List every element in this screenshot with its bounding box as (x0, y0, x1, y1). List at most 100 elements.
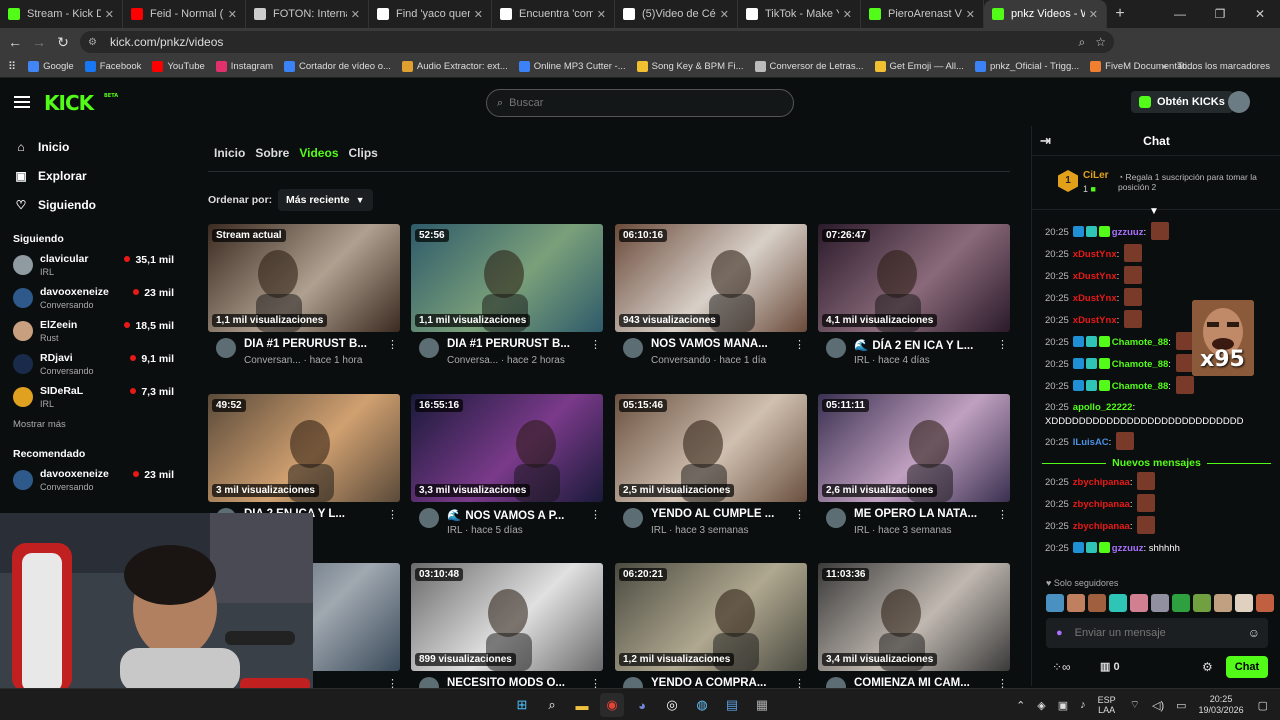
channel-item[interactable]: davooxeneize Conversando 23 mil (0, 284, 190, 317)
video-thumbnail[interactable]: Stream actual 1,1 mil visualizaciones (208, 224, 400, 332)
bookmark-item[interactable]: Conversor de Letras... (754, 61, 864, 72)
network-app-icon[interactable]: ◈ (1037, 699, 1045, 712)
search-box[interactable]: ⌕ (486, 89, 794, 117)
back-icon[interactable]: ← (3, 34, 27, 50)
chat-username[interactable]: gzzuuz (1112, 227, 1144, 238)
chat-username[interactable]: xDustYnx (1073, 293, 1117, 304)
video-card[interactable]: 06:10:16 943 visualizaciones NOS VAMOS MAÑ… (615, 224, 807, 374)
bookmark-item[interactable]: Google (28, 61, 74, 72)
chat-username[interactable]: ILuisAC (1073, 437, 1109, 448)
gear-icon[interactable]: ⚙ (1202, 660, 1213, 674)
video-thumbnail[interactable]: 05:11:11 2,6 mil visualizaciones (818, 394, 1010, 502)
close-tab-icon[interactable]: ✕ (351, 8, 360, 21)
more-options-icon[interactable]: ⋮ (590, 508, 601, 521)
chat-username[interactable]: zbychipanaa (1073, 521, 1130, 532)
browser-tab[interactable]: Feid - Normal (Officia ✕ (123, 0, 246, 28)
close-tab-icon[interactable]: ✕ (966, 8, 975, 21)
tab-videos[interactable]: Videos (299, 146, 338, 160)
more-options-icon[interactable]: ⋮ (997, 338, 1008, 351)
obs-icon[interactable]: ◎ (660, 693, 684, 717)
show-more-link[interactable]: Mostrar más (0, 419, 190, 430)
more-options-icon[interactable]: ⋮ (794, 508, 805, 521)
chat-username[interactable]: Chamote_88 (1112, 381, 1169, 392)
close-tab-icon[interactable]: ✕ (1089, 8, 1098, 21)
video-thumbnail[interactable]: 05:15:46 2,5 mil visualizaciones (615, 394, 807, 502)
send-chat-button[interactable]: Chat (1226, 656, 1268, 678)
restore-icon[interactable]: ❐ (1200, 0, 1240, 28)
browser-tab[interactable]: Stream - Kick Dashbo ✕ (0, 0, 123, 28)
video-title[interactable]: NOS VAMOS MAÑA... (651, 338, 791, 350)
sidebar-item-siguiendo[interactable]: ♡ Siguiendo (0, 190, 190, 219)
chat-username[interactable]: apollo_22222 (1073, 402, 1133, 413)
video-card[interactable]: 16:55:16 3,3 mil visualizaciones 🌊 NOS VAMO… (411, 394, 603, 544)
chat-input[interactable] (1074, 627, 1245, 639)
bookmark-item[interactable]: pnkz_Oficial - Trigg... (974, 61, 1079, 72)
close-tab-icon[interactable]: ✕ (474, 8, 483, 21)
browser-tab[interactable]: Find 'yaco querosene ✕ (369, 0, 492, 28)
sidebar-item-explorar[interactable]: ▣ Explorar (0, 161, 190, 190)
steam-icon[interactable]: ◍ (690, 693, 714, 717)
user-avatar[interactable] (1228, 91, 1250, 113)
notifications-icon[interactable]: ▢ (1258, 699, 1268, 712)
reload-icon[interactable]: ↻ (51, 34, 75, 51)
uploader-avatar[interactable] (216, 338, 236, 358)
browser-tab[interactable]: (5)Video de César Ac ✕ (615, 0, 738, 28)
bookmark-item[interactable]: Get Emoji — All... (874, 61, 964, 72)
video-thumbnail[interactable]: 52:56 1,1 mil visualizaciones (411, 224, 603, 332)
browser-tab[interactable]: PieroArenast Videos ✕ (861, 0, 984, 28)
bookmark-item[interactable]: Song Key & BPM Fi... (636, 61, 744, 72)
bookmark-item[interactable]: Cortador de vídeo o... (284, 61, 391, 72)
apps-icon[interactable]: ⠿ (8, 60, 16, 73)
language-indicator[interactable]: ESP LAA (1098, 695, 1116, 715)
show-hidden-icons-icon[interactable]: ⌃ (1016, 699, 1025, 712)
channel-item[interactable]: clavicular IRL 35,1 mil (0, 251, 190, 284)
leaderboard-user[interactable]: CiLer (1083, 170, 1109, 181)
quick-emote-icon[interactable] (1256, 594, 1274, 612)
uploader-avatar[interactable] (623, 338, 643, 358)
uploader-avatar[interactable] (419, 338, 439, 358)
video-card[interactable]: 07:26:47 4,1 mil visualizaciones 🌊 DÍA 2 EN… (818, 224, 1010, 374)
battery-icon[interactable]: ▭ (1176, 699, 1186, 712)
chat-username[interactable]: xDustYnx (1073, 249, 1117, 260)
bookmark-item[interactable]: YouTube (152, 61, 205, 72)
site-info-icon[interactable]: ⚙ (88, 37, 102, 48)
video-thumbnail[interactable]: 06:20:21 1,2 mil visualizaciones (615, 563, 807, 671)
more-options-icon[interactable]: ⋮ (387, 508, 398, 521)
windows-start-icon[interactable]: ⊞ (510, 693, 534, 717)
tab-clips[interactable]: Clips (349, 146, 378, 160)
all-bookmarks-link[interactable]: Todos los marcadores (1177, 56, 1270, 78)
close-icon[interactable]: ✕ (1240, 0, 1280, 28)
quick-emote-icon[interactable] (1130, 594, 1148, 612)
microphone-tray-icon[interactable]: ♪ (1080, 699, 1086, 711)
quick-emote-icon[interactable] (1046, 594, 1064, 612)
emoji-icon[interactable]: ☺ (1248, 626, 1260, 640)
search-input[interactable] (509, 97, 770, 109)
new-tab-button[interactable]: + (1107, 0, 1133, 28)
chat-username[interactable]: xDustYnx (1073, 271, 1117, 282)
bookmark-item[interactable]: Online MP3 Cutter -... (518, 61, 626, 72)
menu-icon[interactable] (14, 96, 30, 108)
chat-input-box[interactable]: ● ☺ (1046, 618, 1268, 648)
chat-username[interactable]: zbychipanaa (1073, 499, 1130, 510)
video-title[interactable]: DÍA #1 PERURUST B... (244, 338, 384, 350)
video-title[interactable]: DÍA #1 PERURUST B... (447, 338, 587, 350)
chat-username[interactable]: Chamote_88 (1112, 359, 1169, 370)
file-explorer-icon[interactable]: ▬ (570, 693, 594, 717)
video-title[interactable]: 🌊 DÍA 2 EN ICA Y L... (854, 338, 994, 352)
video-card[interactable]: 05:15:46 2,5 mil visualizaciones YENDO AL … (615, 394, 807, 544)
close-tab-icon[interactable]: ✕ (228, 8, 237, 21)
video-title[interactable]: ME OPERO LA ÑATA... (854, 508, 994, 520)
quick-emote-icon[interactable] (1151, 594, 1169, 612)
channel-item[interactable]: davooxeneize Conversando 23 mil (0, 466, 190, 499)
video-title[interactable]: 🌊 NOS VAMOS A P... (447, 508, 587, 522)
uploader-avatar[interactable] (826, 338, 846, 358)
url-bar[interactable]: ⚙ kick.com/pnkz/videos ⌕ ☆ (80, 31, 1114, 53)
chat-username[interactable]: zbychipanaa (1073, 477, 1130, 488)
uploader-avatar[interactable] (623, 508, 643, 528)
more-options-icon[interactable]: ⋮ (794, 338, 805, 351)
video-card[interactable]: 05:11:11 2,6 mil visualizaciones ME OPERO … (818, 394, 1010, 544)
zoom-icon[interactable]: ⌕ (1079, 35, 1086, 50)
channel-item[interactable]: RDjavi Conversando 9,1 mil (0, 350, 190, 383)
close-tab-icon[interactable]: ✕ (843, 8, 852, 21)
more-options-icon[interactable]: ⋮ (997, 508, 1008, 521)
